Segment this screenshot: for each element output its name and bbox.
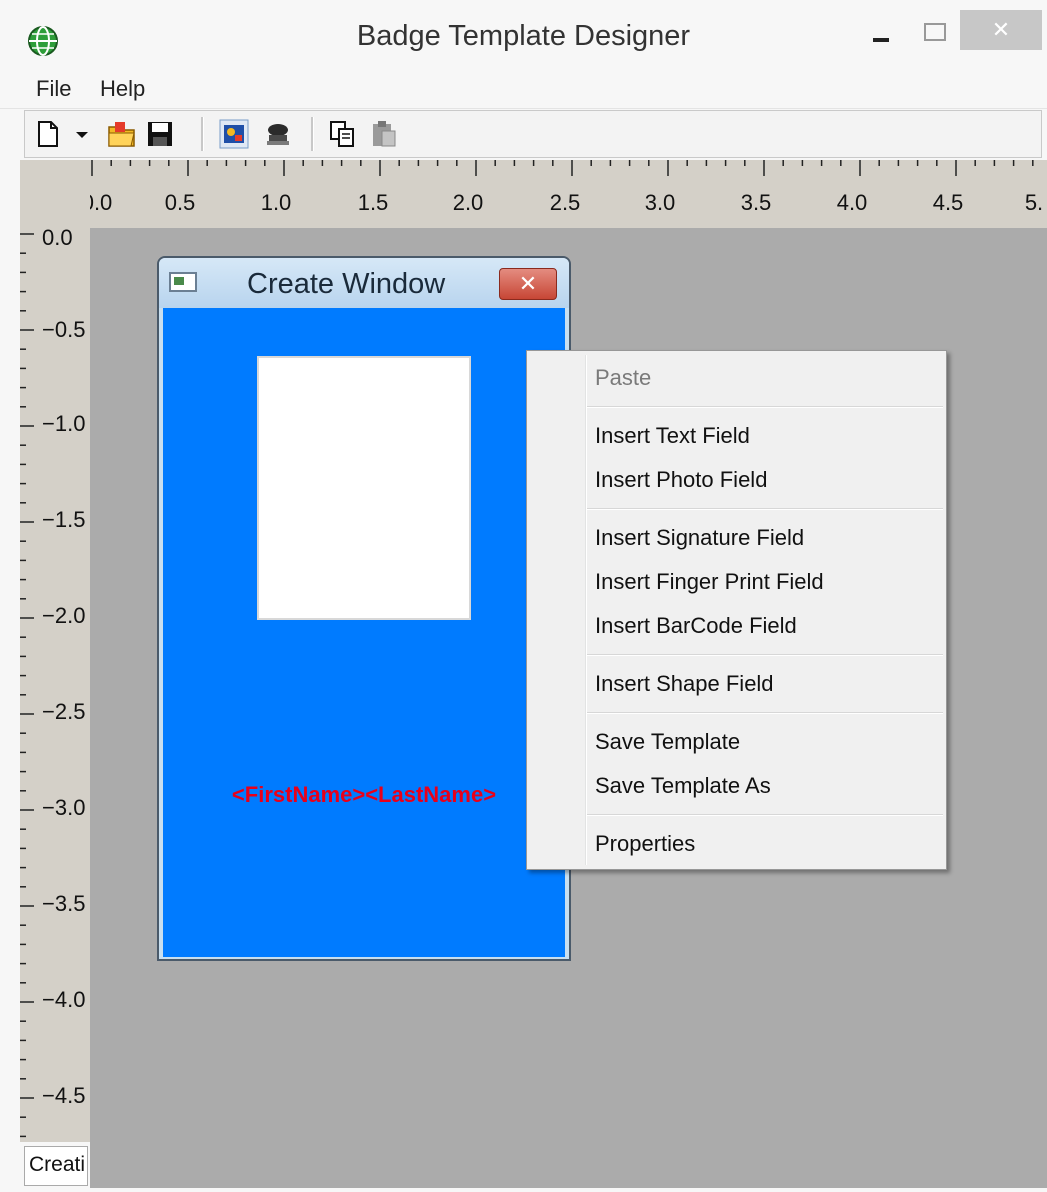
name-text-field[interactable]: <FirstName><LastName> (163, 782, 565, 808)
copy-icon[interactable] (327, 119, 357, 149)
ruler-label: −4.0 (42, 987, 86, 1012)
ruler-label: 2.0 (452, 190, 484, 215)
menu-item-insert-finger-print-field[interactable]: Insert Finger Print Field (595, 569, 824, 595)
menu-gutter (585, 355, 587, 865)
menu-bar: File Help (0, 70, 1047, 109)
ruler-label: 4.0 (836, 190, 868, 215)
toolbar-separator (311, 117, 314, 151)
menu-file[interactable]: File (36, 76, 71, 102)
menu-separator (587, 814, 943, 816)
ruler-label: 0.0 (42, 228, 73, 250)
ruler-label: −4.5 (42, 1083, 86, 1108)
window-tab[interactable]: Creati (24, 1146, 88, 1186)
ruler-label: 3.5 (740, 190, 772, 215)
ruler-label: −0.5 (42, 317, 86, 342)
horizontal-ruler: 0.0 0.5 1.0 1.5 2.0 2.5 3.0 3.5 4.0 4.5 … (90, 160, 1047, 228)
minimize-button[interactable] (866, 14, 896, 54)
menu-separator (587, 508, 943, 510)
create-window-title-bar[interactable]: Create Window ✕ (159, 258, 569, 308)
ruler-label: −2.0 (42, 603, 86, 628)
ruler-label: 1.0 (260, 190, 292, 215)
save-disk-icon[interactable] (145, 119, 175, 149)
ruler-label: 0.0 (90, 190, 113, 215)
menu-separator (587, 712, 943, 714)
close-button[interactable]: ✕ (960, 10, 1042, 50)
create-window[interactable]: Create Window ✕ <FirstName><LastName> (157, 256, 571, 961)
ruler-label: 1.5 (357, 190, 389, 215)
badge-canvas[interactable]: <FirstName><LastName> (163, 308, 565, 957)
ruler-label: −2.5 (42, 699, 86, 724)
app-window: Badge Template Designer ✕ File Help .0 0… (0, 0, 1047, 1192)
badge-front-icon[interactable] (219, 119, 249, 149)
horizontal-ruler-ticks (91, 160, 1034, 176)
menu-help[interactable]: Help (100, 76, 145, 102)
open-folder-icon[interactable] (107, 119, 137, 149)
ruler-label: −3.0 (42, 795, 86, 820)
ruler-label: 3.0 (644, 190, 676, 215)
title-bar: Badge Template Designer ✕ (0, 0, 1047, 70)
menu-item-save-template-as[interactable]: Save Template As (595, 773, 771, 799)
menu-item-insert-shape-field[interactable]: Insert Shape Field (595, 671, 774, 697)
toolbar-separator (201, 117, 204, 151)
menu-item-insert-barcode-field[interactable]: Insert BarCode Field (595, 613, 797, 639)
badge-back-icon[interactable] (263, 119, 293, 149)
maximize-button[interactable] (916, 14, 952, 54)
context-menu: Paste Insert Text Field Insert Photo Fie… (526, 350, 947, 870)
toolbar (24, 110, 1042, 158)
window-icon (169, 272, 197, 292)
menu-item-insert-photo-field[interactable]: Insert Photo Field (595, 467, 767, 493)
ruler-label: −1.5 (42, 507, 86, 532)
menu-item-insert-signature-field[interactable]: Insert Signature Field (595, 525, 804, 551)
create-window-close-button[interactable]: ✕ (499, 268, 557, 300)
ruler-label: 0.5 (164, 190, 196, 215)
photo-field[interactable] (257, 356, 471, 620)
ruler-corner (20, 160, 90, 228)
ruler-label: 4.5 (932, 190, 964, 215)
menu-separator (587, 406, 943, 408)
create-window-title: Create Window (247, 268, 446, 300)
menu-item-insert-text-field[interactable]: Insert Text Field (595, 423, 750, 449)
menu-separator (587, 654, 943, 656)
ruler-label: −3.5 (42, 891, 86, 916)
vertical-ruler: 0.0 −0.5 −1.0 −1.5 −2.0 −2.5 −3.0 −3.5 −… (20, 228, 90, 1142)
vertical-ruler-ticks (20, 233, 34, 1138)
ruler-label: 5. (1024, 190, 1044, 215)
menu-item-save-template[interactable]: Save Template (595, 729, 740, 755)
dropdown-arrow-icon[interactable] (73, 119, 91, 149)
menu-item-paste[interactable]: Paste (595, 365, 651, 391)
new-document-icon[interactable] (33, 119, 63, 149)
paste-icon[interactable] (369, 119, 399, 149)
ruler-label: 2.5 (549, 190, 581, 215)
menu-item-properties[interactable]: Properties (595, 831, 695, 857)
ruler-label: −1.0 (42, 411, 86, 436)
